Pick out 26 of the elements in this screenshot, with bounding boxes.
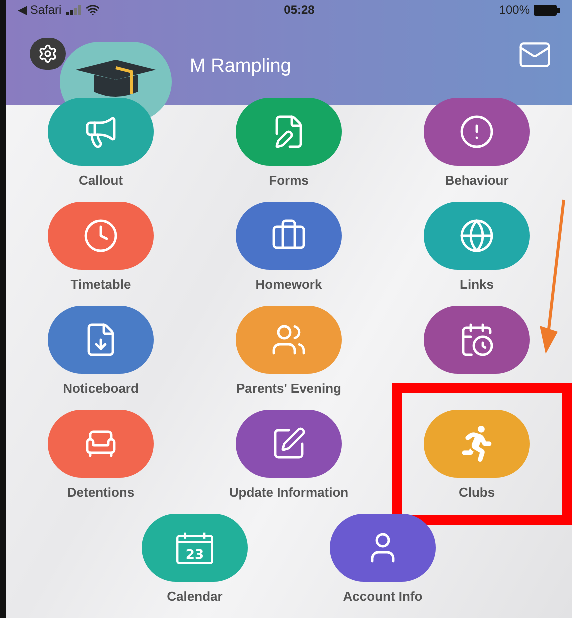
module-label: Detentions xyxy=(67,485,135,501)
module-label: Links xyxy=(460,277,494,293)
signal-icon xyxy=(66,5,82,15)
module-button[interactable]: 23 xyxy=(142,514,248,582)
module-label: Parents' Evening xyxy=(236,381,342,397)
back-label[interactable]: ◀ Safari xyxy=(18,1,62,19)
module-label: Homework xyxy=(256,277,322,293)
battery-icon xyxy=(534,4,560,16)
module-label: Noticeboard xyxy=(63,381,139,397)
module-label: Forms xyxy=(269,173,309,189)
module-label: Calendar xyxy=(167,589,223,605)
alert-icon xyxy=(459,114,495,150)
module-label: Clubs xyxy=(458,485,496,501)
module-label: Behaviour xyxy=(445,173,509,189)
runner-icon xyxy=(459,426,495,462)
battery-percent: 100% xyxy=(499,2,530,19)
module-label: Account Info xyxy=(343,589,423,605)
module-label: Callout xyxy=(78,173,124,189)
globe-icon xyxy=(459,218,495,254)
module-label: Update Information xyxy=(229,485,349,501)
status-time: 05:28 xyxy=(284,2,315,19)
clock-icon xyxy=(83,218,119,254)
user-name: M Rampling xyxy=(190,55,292,80)
wifi-icon xyxy=(86,3,100,17)
module-label: Timetable xyxy=(70,277,132,293)
module-button[interactable] xyxy=(48,98,154,166)
